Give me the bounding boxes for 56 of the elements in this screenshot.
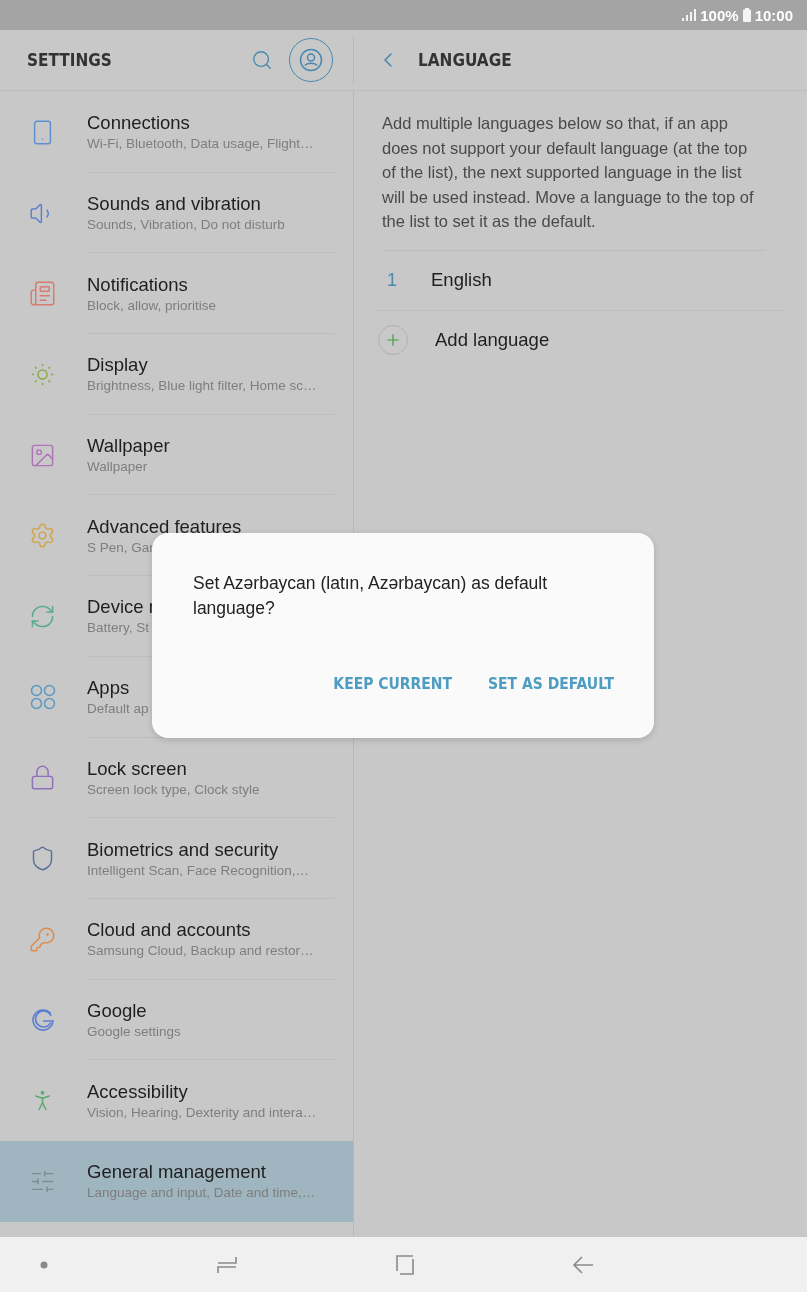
item-title: Apps [87, 677, 130, 700]
item-subtitle: Sounds, Vibration, Do not disturb [87, 217, 285, 233]
item-subtitle: Intelligent Scan, Face Recognition,… [87, 862, 310, 878]
item-subtitle: Default ap [87, 701, 149, 717]
item-subtitle: Samsung Cloud, Backup and restor… [87, 943, 314, 959]
dot-icon[interactable] [40, 1260, 48, 1269]
item-title: Advanced features [87, 515, 242, 538]
item-title: Wallpaper [87, 435, 170, 458]
item-title: General management [87, 1161, 266, 1184]
item-title: Connections [87, 112, 190, 135]
add-language-link[interactable]: Add language [435, 329, 550, 351]
dialog-message: Set Azərbaycan (latın, Azərbaycan) as default language? [193, 572, 549, 620]
search-icon[interactable] [251, 49, 273, 71]
item-subtitle: Screen lock type, Clock style [87, 781, 260, 797]
item-subtitle: Vision, Hearing, Dexterity and intera… [87, 1104, 317, 1120]
language-number: 1 [386, 269, 398, 291]
settings-item[interactable]: Wallpaper Wallpaper [0, 414, 353, 496]
item-subtitle: Wallpaper [87, 459, 148, 475]
language-name[interactable]: English [431, 269, 492, 291]
settings-item[interactable]: Notifications Block, allow, prioritise [0, 253, 353, 335]
item-subtitle: Google settings [87, 1023, 181, 1039]
person-icon [299, 48, 323, 72]
key-icon [29, 925, 56, 953]
item-title: Lock screen [87, 757, 187, 780]
item-subtitle: Battery, St [87, 620, 150, 636]
battery-level: 100% [700, 6, 739, 24]
settings-item[interactable]: Cloud and accounts Samsung Cloud, Backup and restor… [0, 898, 353, 980]
item-title: Cloud and accounts [87, 919, 251, 942]
item-subtitle: Language and input, Date and time,… [87, 1185, 316, 1201]
item-title: Biometrics and security [87, 838, 279, 861]
settings-item[interactable]: General management Language and input, Date and time,… [0, 1140, 353, 1222]
item-subtitle: S Pen, Gar [87, 539, 154, 555]
settings-item[interactable]: Biometrics and security Intelligent Scan, Face Recognition,… [0, 818, 353, 899]
settings-item[interactable]: Sounds and vibration Sounds, Vibration, Do not disturb [0, 172, 353, 254]
clock: 10:00 [754, 6, 793, 24]
item-title: Notifications [87, 273, 188, 296]
item-title: Display [87, 354, 148, 377]
circles-icon [29, 684, 56, 711]
item-subtitle: Brightness, Blue light filter, Home sc… [87, 378, 317, 394]
gear-icon [29, 522, 56, 550]
lock-icon [29, 764, 56, 792]
item-subtitle: Block, allow, prioritise [87, 297, 217, 313]
g-logo-icon [29, 1006, 56, 1033]
item-title: Sounds and vibration [87, 193, 261, 216]
settings-item[interactable]: Display Brightness, Blue light filter, Home sc… [0, 334, 353, 415]
settings-item[interactable]: Accessibility Vision, Hearing, Dexterity and intera… [0, 1060, 353, 1141]
item-subtitle: Wi-Fi, Bluetooth, Data usage, Flight… [87, 136, 314, 152]
settings-item[interactable]: Connections Wi-Fi, Bluetooth, Data usage, Flight… [0, 92, 353, 173]
item-title: Google [87, 999, 147, 1022]
signal-icon [682, 9, 697, 21]
language-description: Add multiple languages below so that, if an app does not support your default language (at the top of the list), the next supported language in the list will be used instead. Move a language to the top of the list to set it as the default. [382, 111, 765, 251]
battery-icon [742, 8, 751, 22]
language-title: LANGUAGE [418, 50, 512, 70]
settings-item[interactable]: Google Google settings [0, 979, 353, 1061]
item-title: Accessibility [87, 1080, 188, 1103]
settings-title: SETTINGS [27, 50, 112, 70]
